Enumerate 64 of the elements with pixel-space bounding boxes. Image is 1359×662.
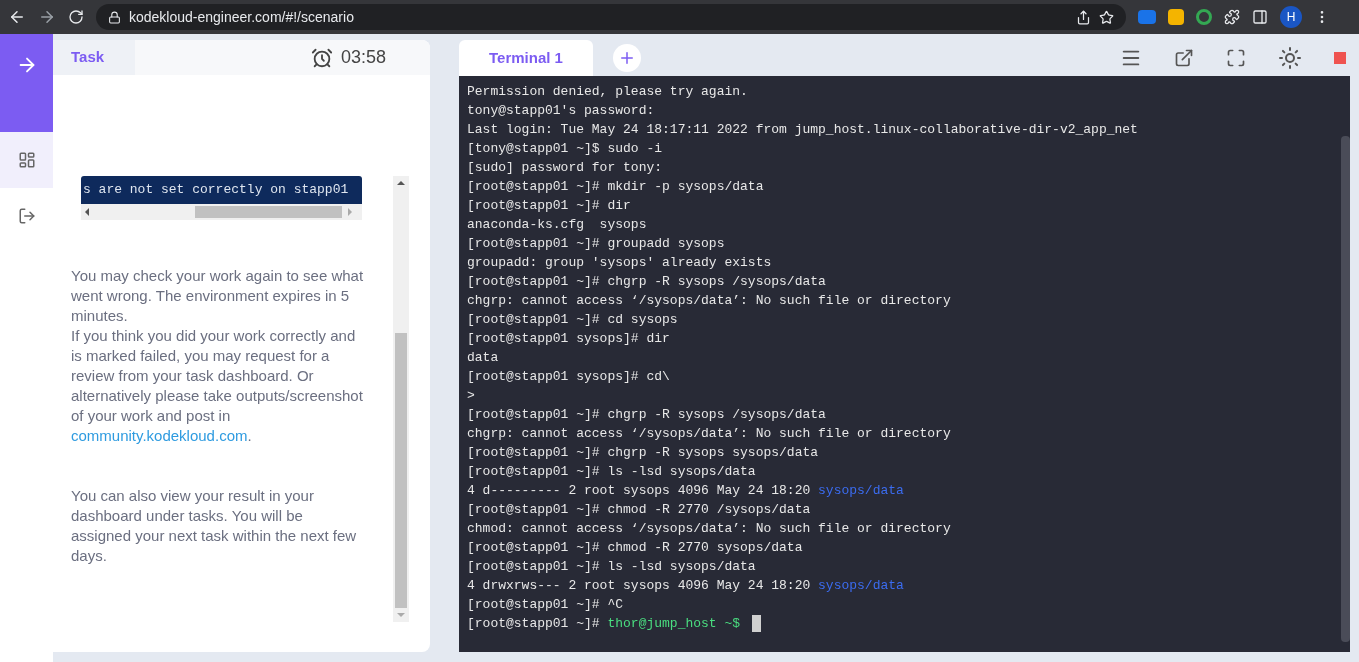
fullscreen-icon[interactable] [1226,48,1246,68]
terminal-line: [root@stapp01 ~]# chgrp -R sysops /sysops/data [467,406,826,424]
terminal-tab[interactable]: Terminal 1 [459,40,593,76]
terminal-line: 4 d--------- 2 root sysops 4096 May 24 18:20 sysops/data [467,482,904,500]
forward-icon[interactable] [38,8,56,26]
terminal-line: [root@stapp01 ~]# chgrp -R sysops sysops/data [467,444,819,462]
task-tab[interactable]: Task [53,40,135,75]
terminal-line: [root@stapp01 ~]# thor@jump_host ~$ [467,615,741,633]
terminal-line: tony@stapp01's password: [467,102,655,120]
terminal-line: 4 drwxrws--- 2 root sysops 4096 May 24 18:20 sysops/data [467,577,904,595]
terminal-line: [root@stapp01 sysops]# cd\ [467,368,670,386]
terminal-line: anaconda-ks.cfg sysops [467,216,647,234]
terminal-line: [root@stapp01 ~]# mkdir -p sysops/data [467,178,764,196]
terminal-scrollbar[interactable] [1341,136,1350,642]
terminal-screen[interactable] [459,76,1350,652]
url-text: kodekloud-engineer.com/#!/scenario [129,7,355,27]
community-link[interactable]: community.kodekloud.com [71,427,248,444]
add-tab-button[interactable] [613,44,641,72]
info-paragraph: If you think you did your work correctly and is marked failed, you may request for a review from your task dashboard. Or alternatively please take outputs/screenshot of your work and post in community.kodekloud.com. [71,326,364,446]
lock-icon [108,10,121,24]
open-external-icon[interactable] [1174,48,1194,68]
terminal-line: [root@stapp01 ~]# dir [467,197,631,215]
terminal-line: Permission denied, please try again. [467,83,748,101]
terminal-line: chgrp: cannot access ‘/sysops/data’: No such file or directory [467,292,951,310]
profile-avatar[interactable]: H [1280,6,1302,28]
terminal-line: [tony@stapp01 ~]$ sudo -i [467,140,663,158]
terminal-line: > [467,387,475,405]
back-icon[interactable] [8,8,26,26]
terminal-line: [root@stapp01 ~]# chgrp -R sysops /sysops/data [467,273,826,291]
horizontal-scrollbar[interactable] [81,204,362,220]
terminal-line: [root@stapp01 ~]# chmod -R 2770 /sysops/data [467,501,811,519]
terminal-line: chgrp: cannot access ‘/sysops/data’: No such file or directory [467,425,951,443]
terminal-line: [root@stapp01 ~]# ls -lsd sysops/data [467,463,756,481]
timer: 03:58 [340,46,386,69]
info-paragraph: You can also view your result in your dashboard under tasks. You will be assigned your next task within the next few days. [71,486,358,566]
scroll-up-icon[interactable] [397,181,405,185]
terminal-line: [root@stapp01 ~]# chmod -R 2770 sysops/data [467,539,803,557]
dashboard-icon [17,151,36,169]
terminal-line: chmod: cannot access ‘/sysops/data’: No such file or directory [467,520,951,538]
terminal-line: data [467,349,499,367]
terminal-line: [root@stapp01 ~]# ls -lsd sysops/data [467,558,756,576]
logout-icon [17,207,36,225]
reload-icon[interactable] [68,9,84,25]
circle-extension-icon[interactable] [1196,9,1212,25]
side-panel-icon[interactable] [1252,9,1268,25]
share-icon[interactable] [1076,9,1091,25]
terminal-line: [root@stapp01 ~]# ^C [467,596,624,614]
terminal-line: groupadd: group 'sysops' already exists [467,254,772,272]
plus-icon [618,49,636,67]
terminal-line: [root@stapp01 ~]# cd sysops [467,311,678,329]
bookmark-star-icon[interactable] [1099,9,1114,25]
code-snippet: s are not set correctly on stapp01 [81,176,362,204]
sun-icon[interactable] [1278,46,1302,70]
terminal-line: [root@stapp01 sysops]# dir [467,330,670,348]
terminal-line: Last login: Tue May 24 18:17:11 2022 from jump_host.linux-collaborative-dir-v2_app_net [467,121,1138,139]
address-bar[interactable]: kodekloud-engineer.com/#!/scenario [96,4,1126,30]
terminal-line: [sudo] password for tony: [467,159,663,177]
scroll-left-icon[interactable] [85,208,89,216]
vertical-scrollbar[interactable] [393,176,409,622]
nav-dashboard-item[interactable] [0,132,53,188]
terminal-line: [root@stapp01 ~]# groupadd sysops [467,235,725,253]
alarm-clock-icon [310,46,333,69]
info-paragraph: You may check your work again to see what went wrong. The environment expires in 5 minutes. [71,266,365,326]
extensions-icon[interactable] [1224,9,1240,25]
